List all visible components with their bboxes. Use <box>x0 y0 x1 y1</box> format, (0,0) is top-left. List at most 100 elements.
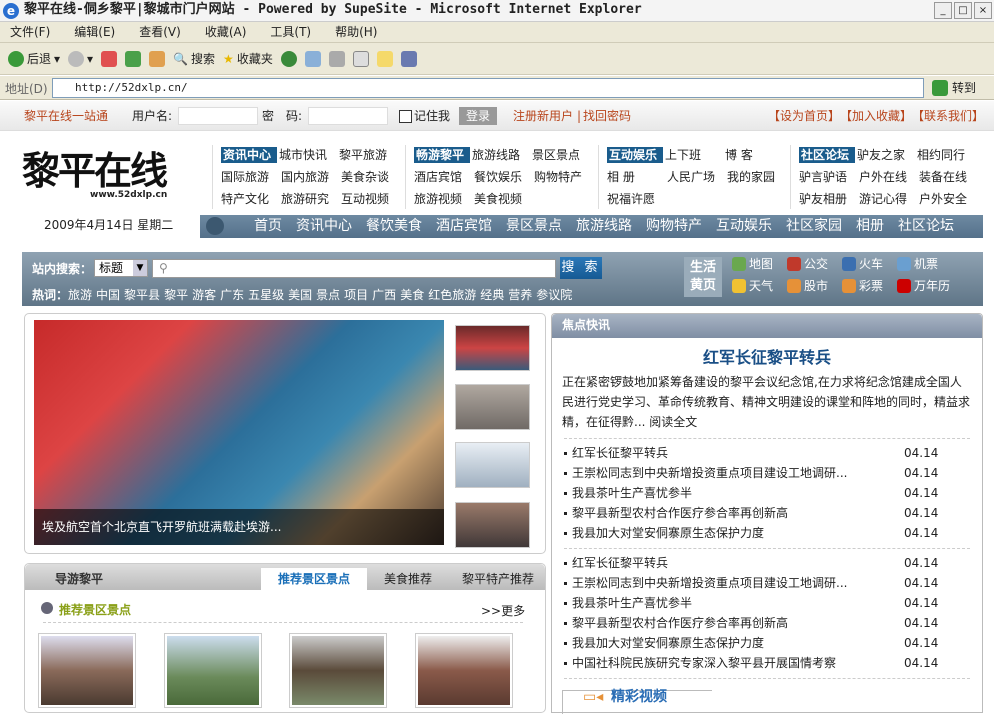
hot-word[interactable]: 黎平 <box>164 288 188 302</box>
more-link[interactable]: >>更多 <box>481 602 525 619</box>
category-link[interactable]: 旅游视频 <box>414 189 474 209</box>
mail-icon[interactable] <box>304 50 321 67</box>
hot-word[interactable]: 中国 <box>96 288 120 302</box>
thumbnail[interactable] <box>455 384 530 430</box>
category-link[interactable]: 城市快讯 <box>279 145 339 165</box>
category-link[interactable]: 我的家园 <box>727 167 787 187</box>
nav-item[interactable]: 购物特产 <box>646 218 702 234</box>
hot-word[interactable]: 美食 <box>400 288 424 302</box>
category-link[interactable]: 景区景点 <box>532 145 592 165</box>
category-link[interactable]: 美食杂谈 <box>341 167 401 187</box>
life-plane[interactable]: 机票 <box>897 255 938 272</box>
search-input[interactable]: ⚲ <box>152 259 556 278</box>
category-link[interactable]: 装备在线 <box>919 167 979 187</box>
category-link[interactable]: 上下班 <box>665 145 725 165</box>
hot-word[interactable]: 游客 <box>192 288 216 302</box>
news-title[interactable]: 我县加大对堂安侗寨原生态保护力度 <box>564 633 764 653</box>
news-title[interactable]: 我县加大对堂安侗寨原生态保护力度 <box>564 523 764 543</box>
category-link[interactable]: 国际旅游 <box>221 167 281 187</box>
category-head[interactable]: 互动娱乐 <box>607 147 663 163</box>
register-link[interactable]: 注册新用户 <box>513 101 573 131</box>
address-input[interactable]: http://52dxlp.cn/ <box>52 78 924 98</box>
hot-word[interactable]: 旅游 <box>68 288 92 302</box>
word-icon[interactable] <box>352 50 369 67</box>
thumbnail[interactable] <box>455 442 530 488</box>
nav-item[interactable]: 社区论坛 <box>898 218 954 234</box>
hot-word[interactable]: 广东 <box>220 288 244 302</box>
home-icon[interactable] <box>149 50 166 67</box>
sight-photo[interactable] <box>164 633 262 708</box>
category-link[interactable]: 黎平旅游 <box>339 145 399 165</box>
search-button[interactable]: 🔍 搜索 <box>173 50 215 67</box>
news-item[interactable]: 红军长征黎平转兵 04.14 <box>564 443 970 463</box>
category-link[interactable]: 驴友相册 <box>799 189 859 209</box>
nav-item[interactable]: 旅游线路 <box>576 218 632 234</box>
category-link[interactable]: 酒店宾馆 <box>414 167 474 187</box>
minimize-button[interactable]: _ <box>934 2 952 19</box>
life-yellowpages[interactable]: 生活 黄页 <box>684 257 722 297</box>
tab-food[interactable]: 美食推荐 <box>373 568 443 590</box>
life-bus[interactable]: 公交 <box>787 255 828 272</box>
news-item[interactable]: 黎平县新型农村合作医疗参合率再创新高 04.14 <box>564 503 970 523</box>
close-button[interactable]: × <box>974 2 992 19</box>
hot-word[interactable]: 经典 <box>480 288 504 302</box>
news-title[interactable]: 黎平县新型农村合作医疗参合率再创新高 <box>564 503 788 523</box>
hot-word[interactable]: 景点 <box>316 288 340 302</box>
news-item[interactable]: 我县茶叶生产喜忧参半 04.14 <box>564 593 970 613</box>
news-item[interactable]: 王崇松同志到中央新增投资重点项目建设工地调研... 04.14 <box>564 463 970 483</box>
news-title[interactable]: 王崇松同志到中央新增投资重点项目建设工地调研... <box>564 463 847 483</box>
news-item[interactable]: 黎平县新型农村合作医疗参合率再创新高 04.14 <box>564 613 970 633</box>
menu-tools[interactable]: 工具(T) <box>270 25 311 39</box>
nav-item[interactable]: 酒店宾馆 <box>436 218 492 234</box>
stop-icon[interactable] <box>101 50 118 67</box>
back-button[interactable]: 后退 ▾ <box>8 50 60 67</box>
news-title[interactable]: 我县茶叶生产喜忧参半 <box>564 593 692 613</box>
forward-button[interactable]: ▾ <box>68 50 93 67</box>
category-link[interactable]: 特产文化 <box>221 189 281 209</box>
menu-edit[interactable]: 编辑(E) <box>74 25 115 39</box>
search-type-select[interactable]: 标题 ▼ <box>94 259 148 277</box>
category-link[interactable]: 旅游研究 <box>281 189 341 209</box>
life-train[interactable]: 火车 <box>842 255 883 272</box>
news-title[interactable]: 我县茶叶生产喜忧参半 <box>564 483 692 503</box>
news-item[interactable]: 王崇松同志到中央新增投资重点项目建设工地调研... 04.14 <box>564 573 970 593</box>
menu-help[interactable]: 帮助(H) <box>335 25 377 39</box>
password-input[interactable] <box>308 107 388 125</box>
login-button[interactable]: 登录 <box>459 107 497 125</box>
thumbnail[interactable] <box>455 502 530 548</box>
category-link[interactable]: 户外在线 <box>859 167 919 187</box>
contact-link[interactable]: 【联系我们】 <box>912 101 984 131</box>
menu-favorites[interactable]: 收藏(A) <box>205 25 247 39</box>
life-map[interactable]: 地图 <box>732 255 773 272</box>
life-lottery[interactable]: 彩票 <box>842 277 883 294</box>
set-home-link[interactable]: 【设为首页】 <box>768 101 840 131</box>
news-title[interactable]: 黎平县新型农村合作医疗参合率再创新高 <box>564 613 788 633</box>
site-logo[interactable]: 黎平在线 www.52dxlp.cn <box>22 132 182 207</box>
category-link[interactable]: 驴言驴语 <box>799 167 859 187</box>
nav-item[interactable]: 社区家园 <box>786 218 842 234</box>
category-link[interactable]: 祝福许愿 <box>607 189 667 209</box>
hot-word[interactable]: 营养 <box>508 288 532 302</box>
refresh-icon[interactable] <box>125 50 142 67</box>
category-head[interactable]: 畅游黎平 <box>414 147 470 163</box>
news-item[interactable]: 我县加大对堂安侗寨原生态保护力度 04.14 <box>564 523 970 543</box>
category-link[interactable]: 相约同行 <box>917 145 977 165</box>
menu-view[interactable]: 查看(V) <box>139 25 181 39</box>
add-favorite-link[interactable]: 【加入收藏】 <box>840 101 912 131</box>
category-head[interactable]: 社区论坛 <box>799 147 855 163</box>
category-head[interactable]: 资讯中心 <box>221 147 277 163</box>
sight-photo[interactable] <box>38 633 136 708</box>
nav-item[interactable]: 相册 <box>856 218 884 234</box>
sight-photo[interactable] <box>289 633 387 708</box>
news-title[interactable]: 王崇松同志到中央新增投资重点项目建设工地调研... <box>564 573 847 593</box>
history-icon[interactable] <box>280 50 297 67</box>
thumbnail[interactable] <box>455 325 530 371</box>
hot-word[interactable]: 项目 <box>344 288 368 302</box>
news-headline[interactable]: 红军长征黎平转兵 <box>552 344 982 368</box>
category-link[interactable]: 驴友之家 <box>857 145 917 165</box>
remember-checkbox[interactable] <box>399 110 412 123</box>
nav-item[interactable]: 互动娱乐 <box>716 218 772 234</box>
nav-item[interactable]: 首页 <box>254 218 282 234</box>
tab-specialties[interactable]: 黎平特产推荐 <box>455 568 541 590</box>
favorites-button[interactable]: ★ 收藏夹 <box>223 50 273 67</box>
